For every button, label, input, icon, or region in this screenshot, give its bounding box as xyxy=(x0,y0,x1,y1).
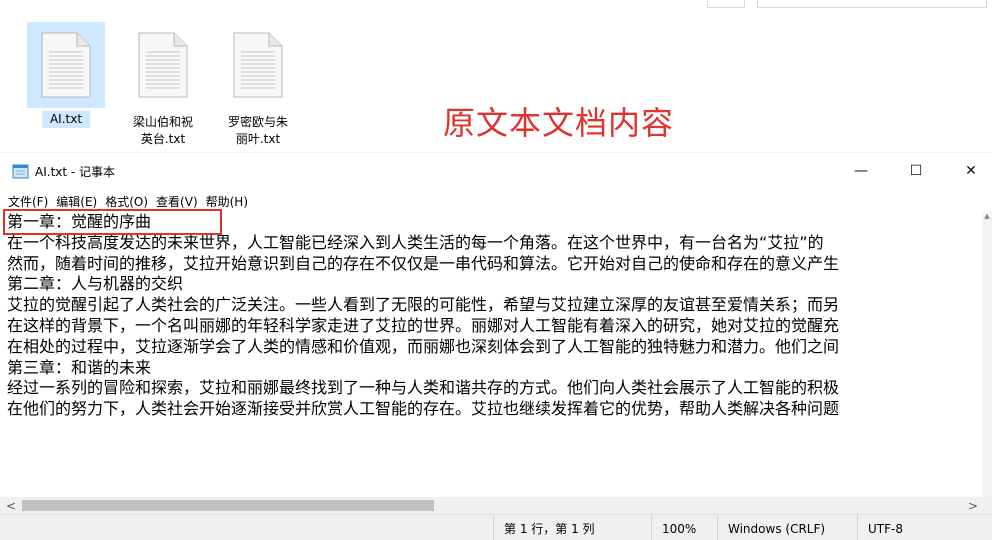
file-item-romeo-juliet[interactable]: 罗密欧与朱 丽叶.txt xyxy=(212,22,304,148)
line-ending: Windows (CRLF) xyxy=(717,515,857,540)
text-line: 经过一系列的冒险和探索，艾拉和丽娜最终找到了一种与人类和谐共存的方式。他们向人类… xyxy=(7,378,840,398)
title-bar[interactable]: AI.txt - 记事本 — ☐ ✕ xyxy=(0,153,992,189)
text-line: 第三章：和谐的未来 xyxy=(7,357,152,377)
menu-file[interactable]: 文件(F) xyxy=(4,193,52,210)
file-explorer: AI.txt 梁山伯和祝 英台.txt 罗密欧与朱 丽叶.txt 原文本文档内容 xyxy=(0,0,992,152)
text-line: 艾拉的觉醒引起了人类社会的广泛关注。一些人看到了无限的可能性，希望与艾拉建立深厚… xyxy=(7,295,840,315)
file-item-ai-txt[interactable]: AI.txt xyxy=(20,22,112,128)
menu-bar: 文件(F) 编辑(E) 格式(O) 查看(V) 帮助(H) xyxy=(4,191,252,211)
text-file-icon xyxy=(27,22,105,108)
scroll-left-icon[interactable]: < xyxy=(6,497,18,514)
text-line: 在相处的过程中，艾拉逐渐学会了人类的情感和价值观，而丽娜也深刻体会到了人工智能的… xyxy=(7,336,840,356)
text-line: 在一个科技高度发达的未来世界，人工智能已经深入到人类生活的每一个角落。在这个世界… xyxy=(7,232,824,252)
minimize-button[interactable]: — xyxy=(838,153,884,189)
menu-format[interactable]: 格式(O) xyxy=(101,193,152,210)
file-name: AI.txt xyxy=(41,111,91,128)
scroll-right-icon[interactable]: > xyxy=(968,497,980,514)
text-editor[interactable]: 第一章：觉醒的序曲 在一个科技高度发达的未来世界，人工智能已经深入到人类生活的每… xyxy=(0,212,982,497)
status-bar: 第 1 行，第 1 列 100% Windows (CRLF) UTF-8 xyxy=(0,514,992,540)
zoom-level: 100% xyxy=(651,515,717,540)
scroll-up-icon[interactable]: ▲ xyxy=(982,212,992,222)
explorer-search-box[interactable] xyxy=(757,0,987,8)
scroll-thumb[interactable] xyxy=(22,500,434,511)
file-name: 罗密欧与朱 丽叶.txt xyxy=(227,115,288,146)
notepad-icon xyxy=(12,163,30,179)
menu-edit[interactable]: 编辑(E) xyxy=(52,193,101,210)
close-button[interactable]: ✕ xyxy=(948,153,992,189)
text-line: 在他们的努力下，人类社会开始逐渐接受并欣赏人工智能的存在。艾拉也继续发挥着它的优… xyxy=(7,399,840,419)
menu-help[interactable]: 帮助(H) xyxy=(202,193,252,210)
encoding: UTF-8 xyxy=(857,515,992,540)
annotation-label: 原文本文档内容 xyxy=(443,104,675,142)
menu-view[interactable]: 查看(V) xyxy=(152,193,202,210)
window-title: AI.txt - 记事本 xyxy=(35,164,116,179)
file-item-liang-zhu[interactable]: 梁山伯和祝 英台.txt xyxy=(117,22,209,148)
notepad-window: AI.txt - 记事本 — ☐ ✕ 文件(F) 编辑(E) 格式(O) 查看(… xyxy=(0,152,992,540)
horizontal-scrollbar[interactable]: < > xyxy=(0,497,992,514)
cursor-position: 第 1 行，第 1 列 xyxy=(493,515,651,540)
text-line: 然而，随着时间的推移，艾拉开始意识到自己的存在不仅仅是一串代码和算法。它开始对自… xyxy=(7,253,840,273)
text-line: 第二章：人与机器的交织 xyxy=(7,274,184,294)
maximize-button[interactable]: ☐ xyxy=(893,153,939,189)
chapter-title-highlight xyxy=(3,209,222,235)
file-name: 梁山伯和祝 英台.txt xyxy=(132,115,193,146)
text-line: 在这样的背景下，一个名叫丽娜的年轻科学家走进了艾拉的世界。丽娜对人工智能有着深入… xyxy=(7,315,840,335)
explorer-toolbar-button[interactable] xyxy=(707,0,745,8)
text-file-icon xyxy=(124,22,202,108)
vertical-scrollbar[interactable]: ▲ xyxy=(982,212,992,497)
text-file-icon xyxy=(219,22,297,108)
